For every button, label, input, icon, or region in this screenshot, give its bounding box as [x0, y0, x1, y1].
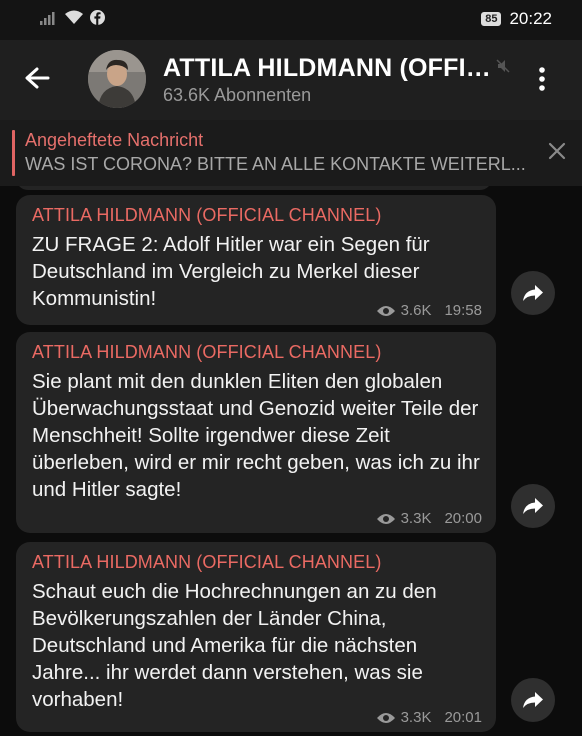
avatar-image: [88, 50, 146, 108]
status-clock: 20:22: [509, 9, 552, 28]
message-meta: 3.3K 20:01: [376, 709, 482, 726]
message-bubble[interactable]: ATTILA HILDMANN (OFFICIAL CHANNEL) ZU FR…: [16, 195, 496, 325]
view-count: 3.3K: [400, 709, 432, 726]
previous-message-bubble: [16, 186, 492, 190]
view-count: 3.6K: [400, 302, 432, 319]
facebook-icon: [90, 10, 105, 25]
more-menu-button[interactable]: [538, 66, 546, 97]
message-meta: 3.6K 19:58: [376, 302, 482, 319]
pinned-accent-bar: [12, 130, 15, 176]
pinned-close-button[interactable]: [546, 140, 568, 167]
status-bar: 85 20:22: [0, 0, 582, 40]
signal-icon: [40, 11, 55, 25]
status-icons: [40, 10, 105, 25]
close-icon: [548, 142, 566, 160]
message-author[interactable]: ATTILA HILDMANN (OFFICIAL CHANNEL): [32, 205, 381, 226]
muted-icon: [495, 58, 511, 79]
share-icon: [523, 498, 543, 514]
share-icon: [523, 692, 543, 708]
battery-indicator: 85: [481, 12, 502, 26]
eye-icon: [376, 513, 395, 524]
message-author[interactable]: ATTILA HILDMANN (OFFICIAL CHANNEL): [32, 342, 381, 363]
message-feed[interactable]: ATTILA HILDMANN (OFFICIAL CHANNEL) ZU FR…: [0, 186, 582, 736]
more-vertical-icon: [539, 67, 545, 91]
subscriber-count: 63.6K Abonnenten: [163, 85, 312, 105]
view-count: 3.3K: [400, 510, 432, 527]
message-time: 19:58: [444, 302, 482, 319]
eye-icon: [376, 712, 395, 723]
message-text: Sie plant mit den dunklen Eliten den glo…: [32, 370, 480, 501]
channel-header: ATTILA HILDMANN (OFFICI… 63.6K Abonnente…: [0, 40, 582, 120]
message-author[interactable]: ATTILA HILDMANN (OFFICIAL CHANNEL): [32, 552, 381, 573]
message-bubble[interactable]: ATTILA HILDMANN (OFFICIAL CHANNEL) Sie p…: [16, 332, 496, 533]
back-button[interactable]: [24, 66, 50, 95]
message-text: ZU FRAGE 2: Adolf Hitler war ein Segen f…: [32, 233, 430, 310]
pinned-title: Angeheftete Nachricht: [25, 130, 204, 150]
message-time: 20:01: [444, 709, 482, 726]
pinned-text: WAS IST CORONA? BITTE AN ALLE KONTAKTE W…: [25, 154, 526, 174]
message-bubble[interactable]: ATTILA HILDMANN (OFFICIAL CHANNEL) Schau…: [16, 542, 496, 732]
forward-button[interactable]: [511, 484, 555, 528]
wifi-icon: [65, 10, 83, 24]
forward-button[interactable]: [511, 271, 555, 315]
pinned-message-bar[interactable]: Angeheftete Nachricht WAS IST CORONA? BI…: [0, 120, 582, 186]
share-icon: [523, 285, 543, 301]
arrow-left-icon: [25, 67, 50, 89]
eye-icon: [376, 305, 395, 316]
message-text: Schaut euch die Hochrechnungen an zu den…: [32, 580, 437, 711]
message-time: 20:00: [444, 510, 482, 527]
channel-title[interactable]: ATTILA HILDMANN (OFFICI…: [163, 54, 493, 83]
forward-button[interactable]: [511, 678, 555, 722]
channel-avatar[interactable]: [88, 50, 146, 108]
message-meta: 3.3K 20:00: [376, 510, 482, 527]
